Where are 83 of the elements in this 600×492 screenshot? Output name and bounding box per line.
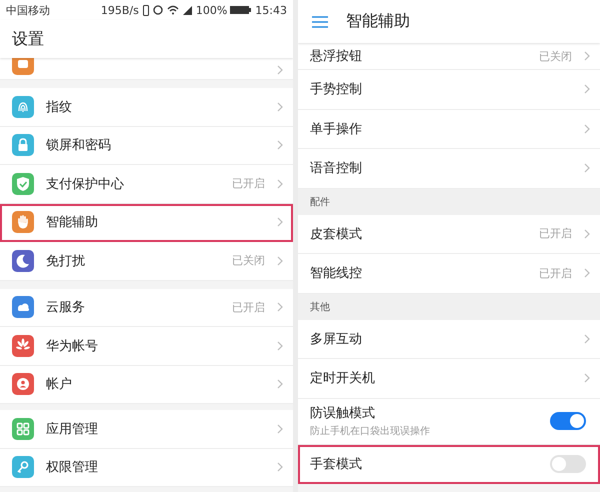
chevron-right-icon bbox=[277, 424, 283, 434]
chevron-right-icon bbox=[277, 462, 283, 472]
section-header: 配件 bbox=[310, 196, 330, 208]
status-value: 已开启 bbox=[539, 226, 572, 242]
settings-row[interactable]: 免打扰 已关闭 bbox=[0, 242, 293, 280]
highlighted-settings-row[interactable]: 智能辅助 bbox=[0, 204, 293, 242]
settings-row[interactable]: 应用管理 bbox=[0, 410, 293, 448]
setting-label: 华为帐号 bbox=[46, 338, 98, 355]
setting-label: 多屏互动 bbox=[310, 330, 362, 348]
setting-label: 手势控制 bbox=[310, 81, 362, 98]
settings-row[interactable]: 皮套模式 已开启 bbox=[298, 214, 600, 254]
settings-row[interactable]: 权限管理 bbox=[0, 448, 293, 487]
chevron-right-icon bbox=[584, 124, 590, 134]
settings-row[interactable]: 手势控制 bbox=[298, 70, 600, 110]
status-value: 已开启 bbox=[539, 266, 572, 281]
setting-label: 皮套模式 bbox=[310, 226, 362, 243]
setting-label: 悬浮按钮 bbox=[310, 48, 362, 65]
vibrate-icon bbox=[142, 4, 149, 16]
chevron-right-icon bbox=[277, 340, 283, 351]
setting-label: 智能线控 bbox=[310, 265, 362, 282]
menu-icon[interactable] bbox=[312, 16, 328, 28]
settings-row[interactable]: 云服务 已开启 bbox=[0, 288, 293, 327]
carrier-name: 中国移动 bbox=[6, 2, 50, 18]
setting-label: 帐户 bbox=[46, 376, 72, 394]
settings-row[interactable]: 锁屏和密码 bbox=[0, 126, 293, 165]
settings-row[interactable]: 帐户 bbox=[0, 366, 293, 404]
setting-label: 应用管理 bbox=[46, 420, 98, 438]
settings-row[interactable]: 多屏互动 bbox=[298, 320, 600, 359]
settings-row[interactable]: 语音控制 bbox=[298, 149, 600, 188]
settings-row[interactable]: 支付保护中心 已开启 bbox=[0, 165, 293, 204]
signal-icon bbox=[182, 6, 192, 14]
wifi-icon bbox=[166, 5, 179, 15]
setting-label: 指纹 bbox=[46, 98, 72, 116]
toggle-switch[interactable] bbox=[550, 454, 586, 473]
setting-label: 免打扰 bbox=[46, 252, 85, 270]
chevron-right-icon bbox=[277, 217, 283, 228]
chevron-right-icon bbox=[277, 140, 283, 150]
chevron-right-icon bbox=[277, 178, 283, 189]
battery-percent: 100% bbox=[196, 4, 228, 16]
status-value: 已关闭 bbox=[539, 48, 572, 64]
chevron-right-icon bbox=[277, 102, 283, 112]
page-title: 智能辅助 bbox=[346, 11, 410, 32]
chevron-right-icon bbox=[584, 268, 590, 278]
setting-label: 权限管理 bbox=[46, 459, 98, 476]
network-speed: 195B/s bbox=[100, 4, 139, 16]
setting-label: 云服务 bbox=[46, 299, 85, 316]
setting-label: 防误触模式 bbox=[310, 405, 376, 422]
chevron-right-icon bbox=[584, 334, 590, 344]
setting-label: 智能辅助 bbox=[46, 214, 98, 232]
settings-row[interactable]: 华为帐号 bbox=[0, 327, 293, 366]
setting-description: 防止手机在口袋出现误操作 bbox=[310, 424, 430, 438]
highlighted-settings-row[interactable]: 手套模式 bbox=[298, 444, 600, 484]
status-value: 已开启 bbox=[232, 176, 265, 192]
setting-label: 锁屏和密码 bbox=[46, 137, 111, 154]
settings-row[interactable]: 悬浮按钮 已关闭 bbox=[298, 43, 600, 70]
alarm-icon bbox=[152, 5, 163, 15]
settings-row[interactable]: 智能线控 已开启 bbox=[298, 254, 600, 294]
chevron-right-icon bbox=[584, 163, 590, 174]
setting-label: 手套模式 bbox=[310, 456, 362, 473]
settings-row[interactable]: 定时开关机 bbox=[298, 359, 600, 398]
settings-row[interactable]: 单手操作 bbox=[298, 110, 600, 149]
status-value: 已开启 bbox=[232, 300, 265, 315]
page-title: 设置 bbox=[12, 28, 44, 50]
status-value: 已关闭 bbox=[232, 253, 265, 268]
settings-row[interactable] bbox=[0, 58, 293, 80]
setting-label: 支付保护中心 bbox=[46, 176, 124, 193]
chevron-right-icon bbox=[277, 256, 283, 266]
settings-row[interactable]: 防误触模式 防止手机在口袋出现误操作 bbox=[298, 398, 600, 444]
battery-icon bbox=[230, 5, 252, 15]
chevron-right-icon bbox=[277, 302, 283, 312]
chevron-right-icon bbox=[277, 379, 283, 390]
chevron-right-icon bbox=[584, 84, 590, 94]
toggle-switch[interactable] bbox=[550, 412, 586, 430]
chevron-right-icon bbox=[584, 373, 590, 384]
setting-label: 语音控制 bbox=[310, 160, 362, 178]
setting-label: 定时开关机 bbox=[310, 370, 375, 388]
setting-label: 单手操作 bbox=[310, 120, 362, 138]
settings-row[interactable]: 指纹 bbox=[0, 88, 293, 126]
chevron-right-icon bbox=[584, 51, 590, 61]
chevron-right-icon bbox=[584, 228, 590, 239]
section-header: 其他 bbox=[310, 300, 330, 314]
chevron-right-icon bbox=[277, 65, 283, 75]
clock-time: 15:43 bbox=[255, 4, 287, 16]
